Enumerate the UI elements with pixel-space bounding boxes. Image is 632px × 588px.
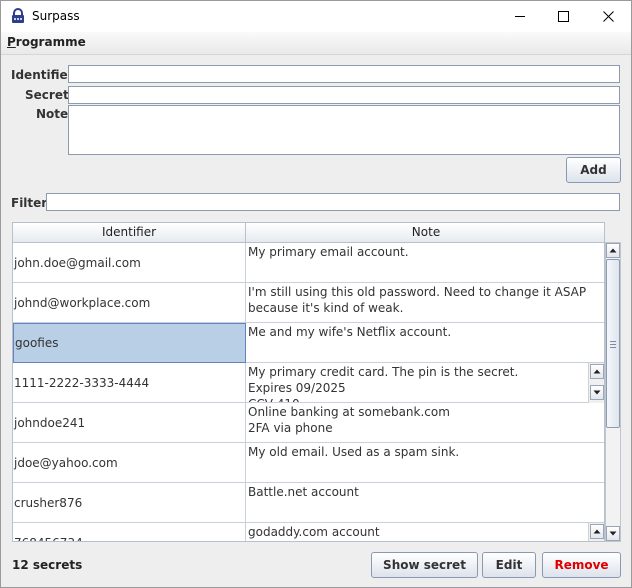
table-scrollbar[interactable] bbox=[605, 242, 621, 542]
minimize-button[interactable] bbox=[497, 1, 543, 32]
note-scroll-up[interactable] bbox=[590, 364, 604, 379]
cell-identifier[interactable]: crusher876 bbox=[13, 483, 246, 523]
table-row[interactable]: johnd@workplace.com I'm still using this … bbox=[13, 283, 604, 323]
secret-input[interactable] bbox=[68, 86, 620, 104]
secret-label: Secret: bbox=[25, 88, 74, 102]
scroll-up-button[interactable] bbox=[606, 243, 620, 258]
close-icon bbox=[602, 11, 614, 22]
maximize-button[interactable] bbox=[540, 1, 586, 32]
close-button[interactable] bbox=[585, 1, 631, 32]
table-row[interactable]: johndoe241 Online banking at somebank.com… bbox=[13, 403, 604, 443]
secrets-count: 12 secrets bbox=[12, 558, 83, 572]
maximize-icon bbox=[557, 11, 569, 22]
table-row[interactable]: 768456734godaddy.com account bbox=[13, 523, 604, 541]
edit-button[interactable]: Edit bbox=[482, 552, 536, 578]
table-row[interactable]: goofies Me and my wife's Netflix account. bbox=[13, 323, 604, 363]
note-textarea[interactable] bbox=[68, 105, 620, 155]
table-body: john.doe@gmail.com My primary email accou… bbox=[13, 243, 604, 541]
title-bar: Surpass bbox=[1, 1, 631, 32]
arrow-up-icon bbox=[593, 369, 601, 374]
cell-identifier[interactable]: 1111-2222-3333-4444 bbox=[13, 363, 246, 403]
table-row[interactable]: 1111-2222-3333-4444 My primary credit car… bbox=[13, 363, 604, 403]
table-row[interactable]: jdoe@yahoo.com My old email. Used as a sp… bbox=[13, 443, 604, 483]
arrow-down-icon bbox=[609, 531, 617, 536]
lock-icon bbox=[12, 8, 24, 23]
cell-note[interactable]: godaddy.com account bbox=[246, 523, 588, 541]
cell-identifier[interactable]: goofies bbox=[13, 323, 246, 363]
arrow-up-icon bbox=[609, 248, 617, 253]
grip-icon bbox=[610, 341, 616, 348]
cell-note[interactable]: Me and my wife's Netflix account. bbox=[246, 323, 604, 363]
cell-identifier[interactable]: jdoe@yahoo.com bbox=[13, 443, 246, 483]
cell-note[interactable]: My old email. Used as a spam sink. bbox=[246, 443, 604, 483]
arrow-down-icon bbox=[593, 390, 601, 395]
menu-programme-label: rogramme bbox=[15, 35, 86, 49]
minimize-icon bbox=[514, 16, 525, 17]
app-window: Surpass Programme Identifier: Secret: No… bbox=[0, 0, 632, 588]
arrow-up-icon bbox=[593, 529, 601, 534]
add-button[interactable]: Add bbox=[566, 157, 621, 183]
menu-mnemonic: P bbox=[7, 35, 16, 49]
cell-identifier[interactable]: johnd@workplace.com bbox=[13, 283, 246, 323]
cell-identifier[interactable]: 768456734 bbox=[13, 523, 246, 541]
cell-note[interactable]: I'm still using this old password. Need … bbox=[246, 283, 604, 323]
scroll-thumb[interactable] bbox=[606, 259, 620, 428]
cell-note[interactable]: My primary credit card. The pin is the s… bbox=[246, 363, 588, 403]
window-title: Surpass bbox=[32, 9, 80, 23]
remove-button[interactable]: Remove bbox=[542, 552, 621, 578]
note-scroll-down[interactable] bbox=[590, 385, 604, 400]
scroll-down-button[interactable] bbox=[606, 526, 620, 541]
identifier-input[interactable] bbox=[68, 65, 620, 83]
cell-note[interactable]: Battle.net account bbox=[246, 483, 604, 523]
cell-identifier[interactable]: john.doe@gmail.com bbox=[13, 243, 246, 283]
table-row[interactable]: john.doe@gmail.com My primary email accou… bbox=[13, 243, 604, 283]
menu-bar: Programme bbox=[1, 32, 631, 55]
note-scrollbar[interactable] bbox=[588, 363, 604, 403]
table-header: Identifier Note bbox=[13, 223, 604, 243]
filter-input[interactable] bbox=[46, 193, 620, 211]
menu-programme[interactable]: Programme bbox=[7, 35, 86, 49]
cell-note[interactable]: My primary email account. bbox=[246, 243, 604, 283]
show-secret-button[interactable]: Show secret bbox=[371, 552, 478, 578]
note-scrollbar[interactable] bbox=[588, 523, 604, 541]
table-row[interactable]: crusher876 Battle.net account bbox=[13, 483, 604, 523]
cell-identifier[interactable]: johndoe241 bbox=[13, 403, 246, 443]
cell-note[interactable]: Online banking at somebank.com 2FA via p… bbox=[246, 403, 604, 443]
column-header-note[interactable]: Note bbox=[246, 223, 604, 242]
secrets-table: Identifier Note john.doe@gmail.com My pri… bbox=[12, 222, 605, 542]
note-scroll-up[interactable] bbox=[590, 524, 604, 539]
column-header-identifier[interactable]: Identifier bbox=[13, 223, 246, 242]
